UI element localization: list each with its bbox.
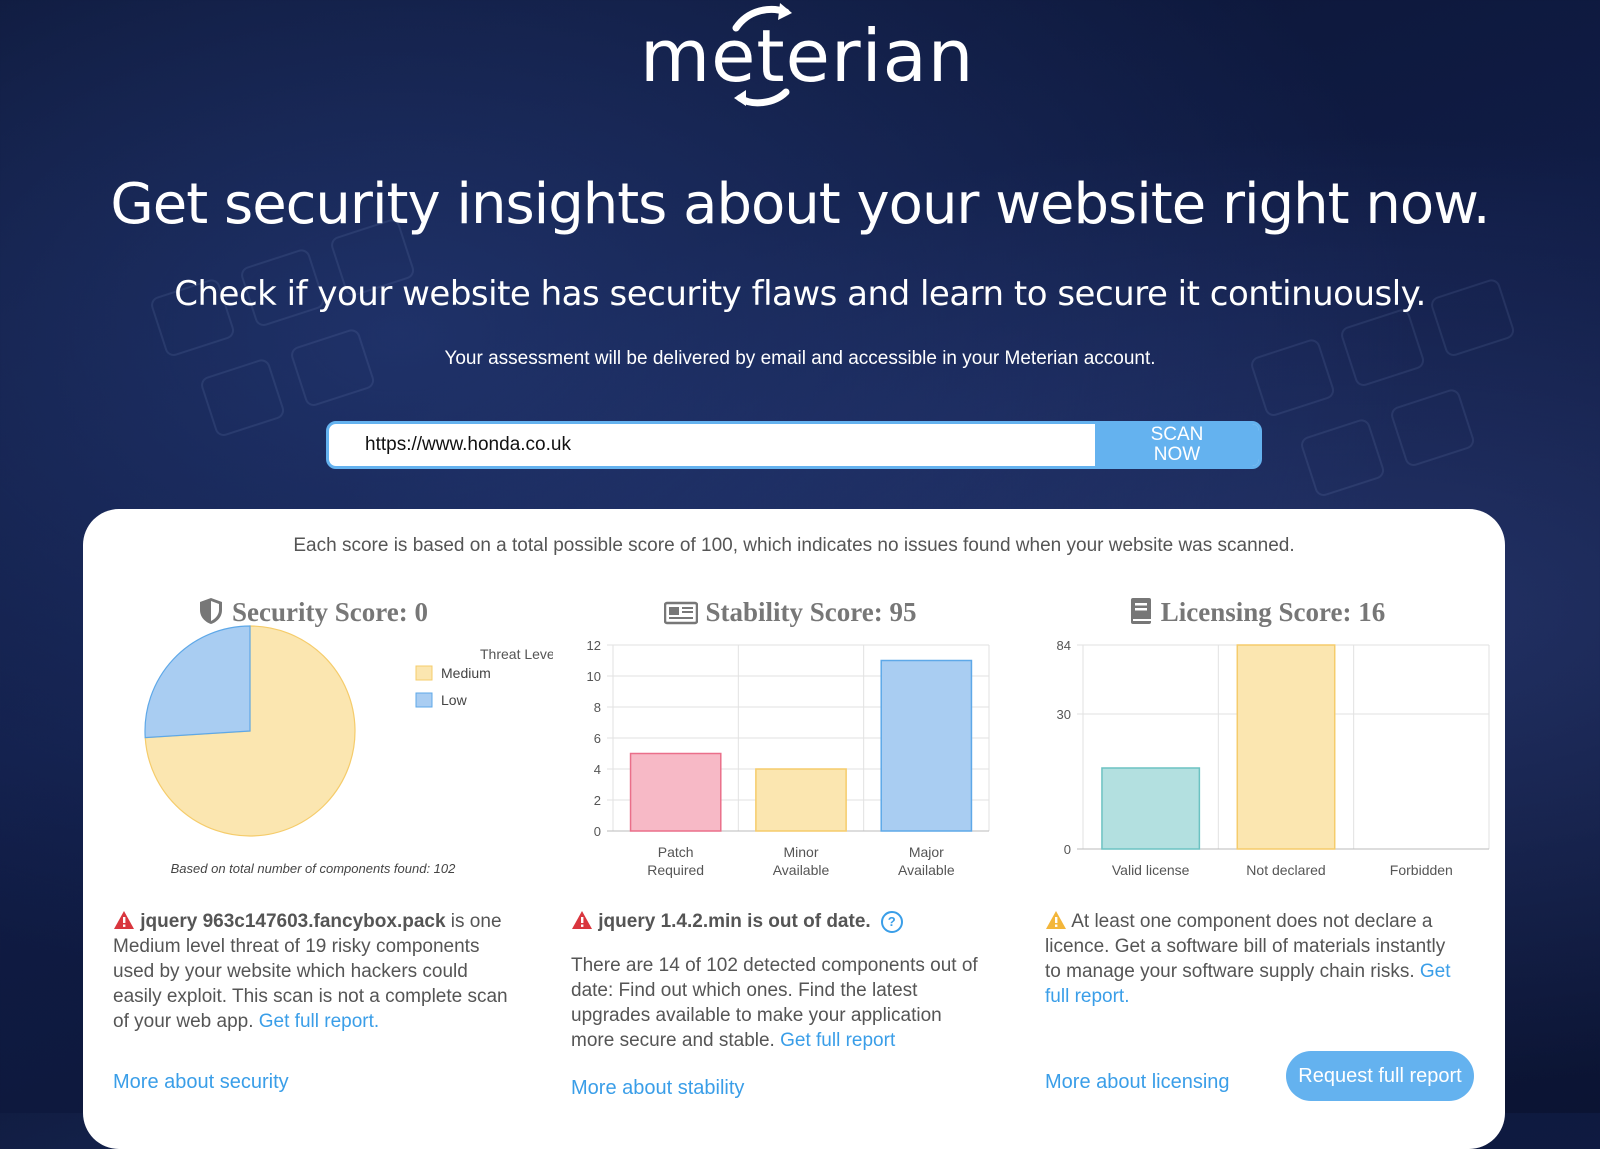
scan-now-button[interactable]: SCAN NOW — [1095, 424, 1259, 466]
stability-ytick-label: 0 — [594, 824, 601, 839]
legend-swatch-medium — [415, 665, 433, 681]
more-about-security-link[interactable]: More about security — [113, 1071, 289, 1094]
stability-bar-0 — [629, 752, 722, 832]
stability-description: There are 14 of 102 detected components … — [571, 953, 981, 1053]
legend-title: Threat Level — [480, 646, 553, 662]
licensing-bar-0 — [1101, 767, 1201, 850]
url-input[interactable] — [345, 424, 1085, 466]
licensing-bar-chart: 0 30 84 Valid license Not declared Forbidden — [1057, 638, 1490, 878]
more-about-licensing-link[interactable]: More about licensing — [1045, 1071, 1230, 1094]
warning-icon — [114, 911, 134, 929]
meterian-logo[interactable]: meterian — [640, 0, 975, 110]
stability-category-label: Available — [898, 862, 955, 878]
stability-bar-2 — [880, 659, 973, 832]
stability-category-label: Available — [773, 862, 830, 878]
stability-ytick-label: 6 — [594, 731, 601, 746]
stability-outdated-component: jquery 1.4.2.min is out of date. — [598, 911, 871, 932]
pie-slice-low — [144, 625, 251, 739]
licensing-category-label: Not declared — [1246, 862, 1325, 878]
stability-category-label: Patch — [658, 844, 694, 860]
warning-icon — [1046, 911, 1066, 929]
stability-column: Stability Score: 95 0 2 4 6 8 10 12 Patch Requir… — [557, 509, 1023, 1149]
licensing-ytick-label: 84 — [1057, 638, 1071, 653]
warning-icon — [572, 911, 592, 929]
legend-swatch-low — [415, 692, 433, 708]
stability-category-label: Major — [909, 844, 944, 860]
stability-category-label: Required — [647, 862, 704, 878]
security-pie-chart: Threat Level Medium Low — [144, 625, 553, 837]
stability-body: There are 14 of 102 detected components … — [571, 955, 978, 1051]
scan-form: SCAN NOW — [326, 421, 1262, 469]
stability-ytick-label: 2 — [594, 793, 601, 808]
legend-label-medium: Medium — [441, 665, 491, 681]
licensing-description: At least one component does not declare … — [1045, 909, 1465, 1009]
licensing-category-label: Valid license — [1112, 862, 1190, 878]
stability-ytick-label: 4 — [594, 762, 601, 777]
more-about-stability-link[interactable]: More about stability — [571, 1077, 744, 1100]
stability-warning: jquery 1.4.2.min is out of date.? — [571, 909, 991, 934]
security-full-report-link[interactable]: Get full report. — [259, 1011, 379, 1032]
stability-ytick-label: 8 — [594, 700, 601, 715]
licensing-ytick-label: 30 — [1057, 707, 1071, 722]
licensing-warning-text: At least one component does not declare … — [1045, 911, 1446, 982]
stability-bar-chart: 0 2 4 6 8 10 12 Patch Required Minor Available Majo… — [587, 638, 990, 878]
stability-ytick-label: 12 — [587, 638, 601, 653]
delivery-note: Your assessment will be delivered by ema… — [444, 348, 1156, 369]
stability-full-report-link[interactable]: Get full report — [780, 1030, 895, 1051]
stability-ytick-label: 10 — [587, 669, 601, 684]
logo-text: meterian — [640, 14, 975, 98]
security-chart-caption: Based on total number of components foun… — [170, 861, 456, 876]
licensing-ytick-label: 0 — [1064, 842, 1071, 857]
licensing-category-label: Forbidden — [1390, 862, 1453, 878]
stability-category-label: Minor — [783, 844, 818, 860]
security-column: Security Score: 0 Threat Level Medium Low… — [83, 509, 553, 1149]
stability-bar-1 — [755, 768, 847, 832]
page-subheadline: Check if your website has security flaws… — [174, 274, 1426, 314]
security-threat-component: jquery 963c147603.fancybox.pack — [140, 911, 446, 932]
results-card: Each score is based on a total possible … — [83, 509, 1505, 1149]
help-icon[interactable]: ? — [880, 911, 903, 933]
page-headline: Get security insights about your website… — [110, 172, 1490, 237]
request-full-report-button[interactable]: Request full report — [1286, 1051, 1474, 1101]
legend-label-low: Low — [441, 692, 468, 708]
security-description: jquery 963c147603.fancybox.pack is one M… — [113, 909, 513, 1034]
licensing-bar-1 — [1236, 644, 1336, 850]
